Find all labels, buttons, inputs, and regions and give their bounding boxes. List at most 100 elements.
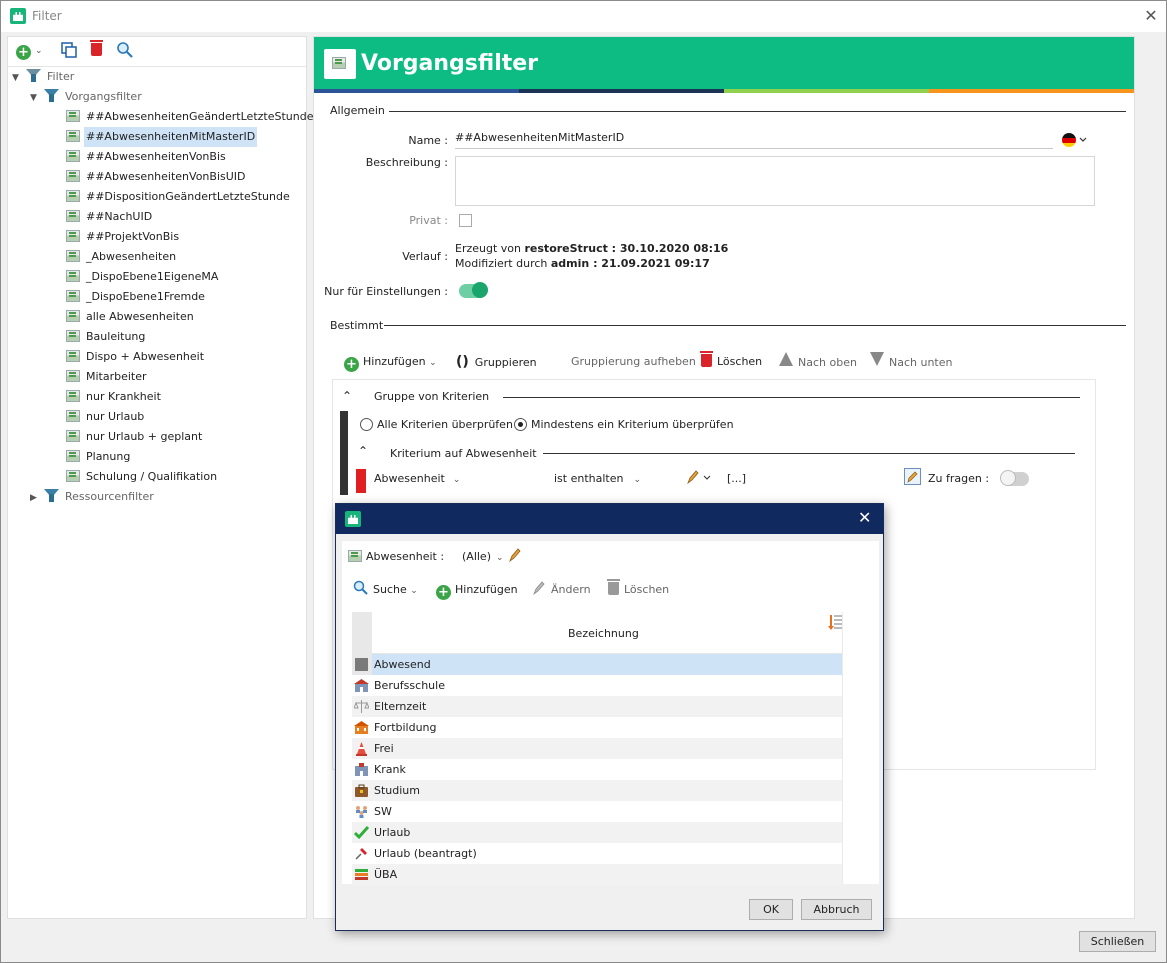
tree-group-ressourcenfilter[interactable]: ▶ Ressourcenfilter	[30, 487, 156, 507]
criterion-field-select[interactable]: Abwesenheit ⌄	[374, 472, 460, 485]
move-down-button[interactable]: Nach unten	[870, 352, 952, 372]
toggle-knob	[472, 282, 488, 298]
group-bracket	[340, 411, 348, 495]
filter-item-icon	[66, 430, 80, 442]
tree-item-label: Schulung / Qualifikation	[86, 470, 218, 483]
name-field[interactable]: ##AbwesenheitenMitMasterID	[455, 131, 1053, 149]
dialog-filter-edit[interactable]	[508, 547, 522, 566]
window-close-button[interactable]: ✕	[1141, 6, 1161, 26]
window-title: Filter	[32, 9, 62, 23]
ask-label: Zu fragen :	[928, 472, 990, 485]
criterion-operator-select[interactable]: ist enthalten ⌄	[554, 472, 641, 485]
chevron-down-icon[interactable]: ▼	[30, 88, 44, 108]
app-icon	[345, 511, 361, 527]
list-row[interactable]: Elternzeit	[352, 696, 847, 717]
pushpin-icon	[354, 846, 369, 861]
ask-toggle[interactable]	[1000, 470, 1029, 486]
tree-item[interactable]: ##AbwesenheitenGeändertLetzteStunde	[66, 107, 315, 127]
column-header-bezeichnung[interactable]: Bezeichnung	[568, 627, 639, 640]
list-row[interactable]: Urlaub	[352, 822, 847, 843]
list-row[interactable]: SW	[352, 801, 847, 822]
parentheses-icon: ()	[456, 354, 469, 370]
tree-item[interactable]: Bauleitung	[66, 327, 147, 347]
tree-group-vorgangsfilter[interactable]: ▼ Vorgangsfilter	[30, 87, 144, 107]
tree-item[interactable]: _DispoEbene1EigeneMA	[66, 267, 220, 287]
chevron-right-icon[interactable]: ▶	[30, 488, 44, 508]
add-dropdown-button[interactable]: + ⌄	[16, 43, 43, 61]
list-row[interactable]: ÜBA	[352, 864, 847, 885]
radio-any-criterion[interactable]: Mindestens ein Kriterium überprüfen	[514, 418, 734, 431]
tree-item[interactable]: nur Krankheit	[66, 387, 163, 407]
description-field[interactable]	[455, 156, 1095, 206]
add-criterion-button[interactable]: + Hinzufügen ⌄	[344, 352, 437, 372]
tree-item[interactable]: _Abwesenheiten	[66, 247, 178, 267]
delete-button[interactable]	[90, 40, 107, 61]
tree-root[interactable]: ▼ Filter	[12, 67, 76, 87]
private-checkbox[interactable]	[459, 214, 472, 227]
radio-button[interactable]	[360, 418, 373, 431]
tree-item[interactable]: ##AbwesenheitenVonBisUID	[66, 167, 248, 187]
ungroup-button[interactable]: Gruppierung aufheben	[571, 352, 696, 372]
chevron-up-icon[interactable]: ⌃	[342, 389, 352, 403]
chevron-down-icon: ⌄	[35, 46, 43, 56]
dialog-add-button[interactable]: + Hinzufügen	[436, 580, 518, 600]
detail-header: Vorgangsfilter	[314, 37, 1134, 89]
chevron-up-icon[interactable]: ⌃	[358, 444, 368, 458]
people-icon	[354, 804, 369, 819]
chevron-down-icon[interactable]: ▼	[12, 68, 26, 88]
dialog-title-bar: ✕	[336, 504, 883, 534]
criterion-value[interactable]: [...]	[727, 472, 746, 485]
tree-item[interactable]: alle Abwesenheiten	[66, 307, 196, 327]
dialog-delete-button[interactable]: Löschen	[607, 579, 669, 600]
dialog-ok-button[interactable]: OK	[749, 899, 793, 920]
radio-all-criteria[interactable]: Alle Kriterien überprüfen	[360, 418, 513, 431]
copy-button[interactable]	[61, 42, 77, 60]
language-selector[interactable]	[1062, 133, 1090, 150]
tree-item[interactable]: nur Urlaub + geplant	[66, 427, 204, 447]
tree-item[interactable]: ##ProjektVonBis	[66, 227, 181, 247]
tree-root-label: Filter	[47, 70, 75, 83]
section-divider	[389, 111, 1126, 112]
list-row[interactable]: Fortbildung	[352, 717, 847, 738]
briefcase-icon	[354, 783, 369, 798]
list-row[interactable]: Berufsschule	[352, 675, 847, 696]
settings-only-toggle[interactable]	[459, 282, 488, 298]
tree-item-label: ##AbwesenheitenMitMasterID	[84, 127, 258, 147]
copy-icon	[61, 42, 77, 58]
tree-item[interactable]: Dispo + Abwesenheit	[66, 347, 206, 367]
radio-button[interactable]	[514, 418, 527, 431]
list-scroll-area[interactable]	[842, 612, 872, 884]
tree-item[interactable]: Schulung / Qualifikation	[66, 467, 219, 487]
ask-edit-icon[interactable]	[904, 468, 921, 485]
tree-item[interactable]: nur Urlaub	[66, 407, 146, 427]
dialog-search-button[interactable]: Suche ⌄	[352, 580, 418, 600]
tree-item[interactable]: ##DispositionGeändertLetzteStunde	[66, 187, 292, 207]
tree-item[interactable]: ##NachUID	[66, 207, 154, 227]
list-row[interactable]: Studium	[352, 780, 847, 801]
group-button[interactable]: () Gruppieren	[456, 352, 537, 372]
criterion-value-editor[interactable]	[685, 469, 713, 488]
trash-icon	[90, 40, 103, 56]
tree-item[interactable]: Planung	[66, 447, 132, 467]
header-stripe	[314, 89, 1134, 93]
list-row[interactable]: Urlaub (beantragt)	[352, 843, 847, 864]
tree-item[interactable]: _DispoEbene1Fremde	[66, 287, 207, 307]
dialog-edit-button[interactable]: Ändern	[532, 580, 591, 600]
delete-criterion-button[interactable]: Löschen	[700, 351, 762, 372]
list-row-label: Krank	[374, 763, 406, 776]
move-up-button[interactable]: Nach oben	[779, 352, 857, 372]
close-dialog-button[interactable]: Schließen	[1079, 931, 1156, 952]
list-row[interactable]: Krank	[352, 759, 847, 780]
dialog-filter-select[interactable]: (Alle) ⌄	[462, 550, 504, 563]
checkmark-icon	[353, 825, 370, 840]
preview-button[interactable]	[116, 41, 134, 59]
list-row[interactable]: Frei	[352, 738, 847, 759]
section-defined-title: Bestimmt	[330, 319, 384, 332]
tree-item[interactable]: ##AbwesenheitenVonBis	[66, 147, 228, 167]
tree-item[interactable]: Mitarbeiter	[66, 367, 149, 387]
dialog-close-button[interactable]: ✕	[858, 508, 871, 527]
tree-item[interactable]: ##AbwesenheitenMitMasterID	[66, 127, 258, 147]
list-row[interactable]: Abwesend	[352, 654, 847, 675]
dialog-cancel-button[interactable]: Abbruch	[801, 899, 872, 920]
filter-item-icon	[66, 230, 80, 242]
